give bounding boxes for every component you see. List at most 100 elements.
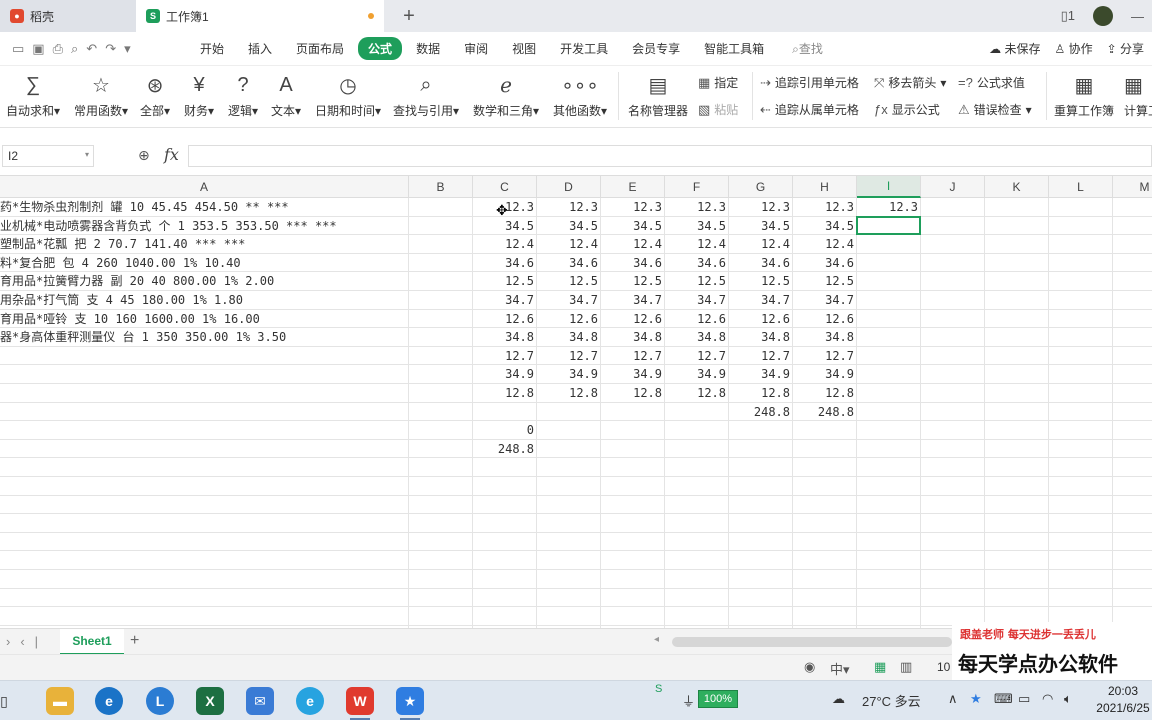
cell-g[interactable]: 12.5	[729, 272, 793, 290]
cell-e[interactable]	[601, 421, 665, 439]
cell-c[interactable]: 12.6	[473, 310, 537, 328]
menu-smart-tools[interactable]: 智能工具箱	[694, 37, 774, 60]
cell-h[interactable]: 12.3	[793, 198, 857, 216]
cell-a[interactable]	[0, 403, 409, 421]
cell-h[interactable]: 12.5	[793, 272, 857, 290]
cell-e[interactable]: 12.4	[601, 235, 665, 253]
cell-e[interactable]: 12.6	[601, 310, 665, 328]
cell-f[interactable]: 12.8	[665, 384, 729, 402]
tab-docer[interactable]: ● 稻壳	[0, 0, 136, 32]
cell-i[interactable]	[857, 254, 921, 272]
column-header-a[interactable]: A	[0, 176, 409, 198]
menu-member[interactable]: 会员专享	[622, 37, 690, 60]
recalc-workbook-button[interactable]: ▦ 重算工作簿	[1054, 70, 1114, 124]
cell-i[interactable]	[857, 272, 921, 290]
volume-icon[interactable]: 🔈︎	[1064, 691, 1072, 707]
cell-c[interactable]: 34.9	[473, 365, 537, 383]
sheet-tab-sheet1[interactable]: Sheet1	[60, 629, 124, 655]
print-preview-icon[interactable]: ⌕	[71, 41, 78, 57]
battery-indicator[interactable]: 100%	[698, 690, 738, 708]
wps-icon[interactable]: W	[346, 687, 374, 720]
cell-a[interactable]: 用杂品*打气筒 支 4 45 180.00 1% 1.80	[0, 291, 409, 309]
eye-protection-icon[interactable]: ◉	[804, 659, 815, 675]
column-header-f[interactable]: F	[665, 176, 729, 198]
trace-dependents-button[interactable]: ⇠ 追踪从属单元格	[760, 101, 859, 118]
cell-a[interactable]: 育用品*拉簧臂力器 副 20 40 800.00 1% 2.00	[0, 272, 409, 290]
redo-icon[interactable]: ↷	[105, 41, 116, 57]
cell-g[interactable]: 12.6	[729, 310, 793, 328]
cell-e[interactable]	[601, 440, 665, 458]
cell-h[interactable]: 12.8	[793, 384, 857, 402]
zoom-level[interactable]: 10	[937, 660, 950, 674]
lookup-button[interactable]: ⌕ 查找与引用▾	[393, 70, 459, 124]
cell-a[interactable]	[0, 440, 409, 458]
cell-d[interactable]: 12.3	[537, 198, 601, 216]
cell-d[interactable]: 34.7	[537, 291, 601, 309]
ie-icon[interactable]: e	[296, 687, 324, 715]
cell-g[interactable]: 34.8	[729, 328, 793, 346]
cell-i[interactable]	[857, 347, 921, 365]
column-header-c[interactable]: C	[473, 176, 537, 198]
edge-icon[interactable]: e	[95, 687, 123, 715]
app-l-icon[interactable]: L	[146, 687, 174, 715]
finance-button[interactable]: ¥ 财务▾	[184, 70, 214, 124]
paste-name-button[interactable]: ▧ 粘贴	[698, 101, 738, 118]
common-functions-button[interactable]: ☆ 常用函数▾	[74, 70, 128, 124]
column-header-e[interactable]: E	[601, 176, 665, 198]
column-header-j[interactable]: J	[921, 176, 985, 198]
quick-access-dropdown-icon[interactable]: ▾	[124, 41, 131, 57]
cell-h[interactable]	[793, 440, 857, 458]
cell-a[interactable]: 育用品*哑铃 支 10 160 1600.00 1% 16.00	[0, 310, 409, 328]
menu-page-layout[interactable]: 页面布局	[286, 37, 354, 60]
menu-search[interactable]: ⌕查找	[782, 37, 833, 60]
math-button[interactable]: ℯ 数学和三角▾	[473, 70, 539, 124]
menu-home[interactable]: 开始	[190, 37, 234, 60]
cell-f[interactable]: 12.3	[665, 198, 729, 216]
cell-d[interactable]: 34.9	[537, 365, 601, 383]
app-star-icon[interactable]: ★	[396, 687, 424, 720]
cell-d[interactable]	[537, 403, 601, 421]
column-header-b[interactable]: B	[409, 176, 473, 198]
cell-d[interactable]: 34.5	[537, 217, 601, 235]
plug-icon[interactable]: ⏚	[682, 691, 695, 710]
menu-developer[interactable]: 开发工具	[550, 37, 618, 60]
add-sheet-button[interactable]: +	[130, 632, 139, 650]
column-header-m[interactable]: M	[1113, 176, 1152, 198]
cell-i[interactable]	[857, 310, 921, 328]
cell-a[interactable]: 器*身高体重秤测量仪 台 1 350 350.00 1% 3.50	[0, 328, 409, 346]
formula-input[interactable]	[188, 145, 1152, 167]
print-icon[interactable]: ⎙	[53, 41, 63, 57]
cell-g[interactable]: 34.6	[729, 254, 793, 272]
zoom-formula-icon[interactable]: ⊕	[138, 147, 150, 164]
cell-h[interactable]: 34.8	[793, 328, 857, 346]
cell-d[interactable]: 12.8	[537, 384, 601, 402]
cell-f[interactable]	[665, 403, 729, 421]
minimize-icon[interactable]: —	[1131, 9, 1144, 24]
cell-c[interactable]: 248.8	[473, 440, 537, 458]
cell-f[interactable]: 12.5	[665, 272, 729, 290]
show-formulas-button[interactable]: ƒx 显示公式	[874, 101, 940, 118]
cell-a[interactable]	[0, 365, 409, 383]
cell-d[interactable]: 12.5	[537, 272, 601, 290]
cell-a[interactable]: 料*复合肥 包 4 260 1040.00 1% 10.40	[0, 254, 409, 272]
cell-h[interactable]: 12.6	[793, 310, 857, 328]
cell-f[interactable]: 34.9	[665, 365, 729, 383]
chevron-up-icon[interactable]: ∧	[948, 691, 958, 707]
share-button[interactable]: ⇪ 分享	[1107, 40, 1144, 57]
input-mode-icon[interactable]: 中▾	[830, 659, 850, 678]
cell-i[interactable]	[857, 365, 921, 383]
save-icon[interactable]: ▭	[12, 41, 24, 57]
cell-d[interactable]	[537, 421, 601, 439]
cell-e[interactable]: 34.9	[601, 365, 665, 383]
cell-i[interactable]	[857, 291, 921, 309]
cell-a[interactable]	[0, 421, 409, 439]
cell-g[interactable]: 12.4	[729, 235, 793, 253]
cell-g[interactable]: 34.9	[729, 365, 793, 383]
task-view-icon[interactable]: ▯	[0, 687, 18, 715]
cell-a[interactable]	[0, 384, 409, 402]
evaluate-formula-button[interactable]: =? 公式求值	[958, 74, 1025, 91]
cell-e[interactable]: 12.8	[601, 384, 665, 402]
cell-h[interactable]: 34.7	[793, 291, 857, 309]
selected-cell[interactable]	[856, 215, 921, 236]
cell-g[interactable]: 34.5	[729, 217, 793, 235]
